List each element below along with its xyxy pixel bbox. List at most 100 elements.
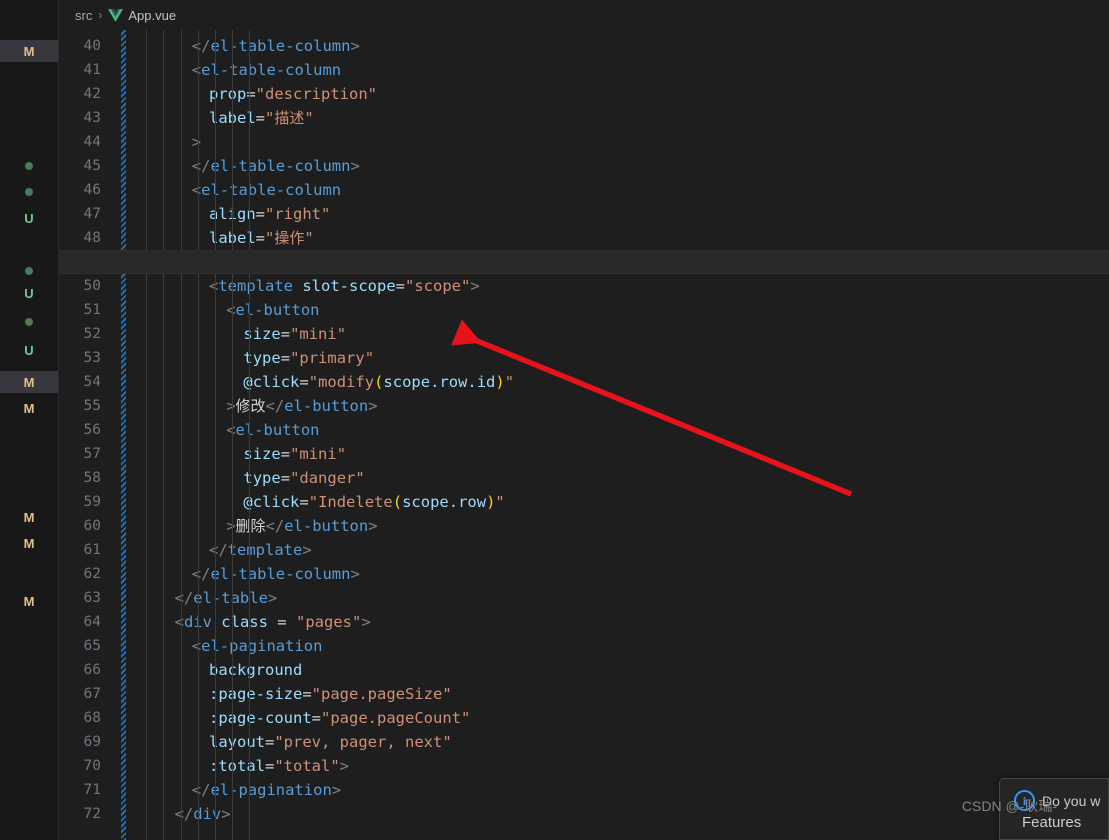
breadcrumb[interactable]: src › App.vue: [59, 0, 1109, 30]
explorer-status-modified[interactable]: M: [0, 397, 58, 419]
code-line-content: @click="Indelete(scope.row)": [111, 490, 504, 514]
code-line[interactable]: 62 </el-table-column>: [59, 562, 1109, 586]
line-number[interactable]: 61: [59, 538, 111, 562]
line-number[interactable]: 66: [59, 658, 111, 682]
explorer-change-dot[interactable]: [0, 311, 58, 333]
line-number[interactable]: 46: [59, 178, 111, 202]
line-number[interactable]: 56: [59, 418, 111, 442]
explorer-change-dot[interactable]: [0, 181, 58, 203]
code-line-content: prop="description": [111, 82, 377, 106]
code-line[interactable]: 52 size="mini": [59, 322, 1109, 346]
code-line[interactable]: 51 <el-button: [59, 298, 1109, 322]
code-line[interactable]: 45 </el-table-column>: [59, 154, 1109, 178]
code-line[interactable]: 60 >删除</el-button>: [59, 514, 1109, 538]
line-number[interactable]: 68: [59, 706, 111, 730]
line-number[interactable]: 59: [59, 490, 111, 514]
code-line-content: label="描述": [111, 106, 314, 130]
line-number[interactable]: 65: [59, 634, 111, 658]
line-number[interactable]: 63: [59, 586, 111, 610]
explorer-status-modified[interactable]: M: [0, 506, 58, 528]
code-line[interactable]: 64<div class = "pages">: [59, 610, 1109, 634]
code-line[interactable]: 48label="操作": [59, 226, 1109, 250]
breadcrumb-file[interactable]: App.vue: [128, 8, 176, 23]
line-number[interactable]: 53: [59, 346, 111, 370]
line-number[interactable]: 54: [59, 370, 111, 394]
code-line[interactable]: 65 <el-pagination: [59, 634, 1109, 658]
code-line[interactable]: 44 >: [59, 130, 1109, 154]
line-number[interactable]: 67: [59, 682, 111, 706]
code-line-content: </template>: [111, 538, 312, 562]
code-token: @click: [243, 373, 300, 391]
line-number[interactable]: 58: [59, 466, 111, 490]
code-line[interactable]: 70:total="total">: [59, 754, 1109, 778]
indent-guide: [215, 30, 216, 840]
explorer-git-status-strip[interactable]: MUUUMMMMM: [0, 0, 59, 840]
code-line[interactable]: 50 <template slot-scope="scope">: [59, 274, 1109, 298]
code-line[interactable]: 55 >修改</el-button>: [59, 394, 1109, 418]
code-line[interactable]: 54 @click="modify(scope.row.id)": [59, 370, 1109, 394]
line-number[interactable]: 45: [59, 154, 111, 178]
code-line[interactable]: 40 </el-table-column>: [59, 34, 1109, 58]
line-number[interactable]: 40: [59, 34, 111, 58]
code-token: "pages": [295, 613, 362, 631]
code-line[interactable]: 42 prop="description": [59, 82, 1109, 106]
code-token: "danger": [290, 469, 365, 487]
code-line[interactable]: 67:page-size="page.pageSize": [59, 682, 1109, 706]
code-line[interactable]: 41 <el-table-column: [59, 58, 1109, 82]
code-line[interactable]: 56 <el-button: [59, 418, 1109, 442]
code-line[interactable]: 61 </template>: [59, 538, 1109, 562]
line-number[interactable]: 55: [59, 394, 111, 418]
line-number[interactable]: 52: [59, 322, 111, 346]
code-line[interactable]: 47align="right": [59, 202, 1109, 226]
code-line[interactable]: 57 size="mini": [59, 442, 1109, 466]
code-line-content: <el-pagination: [111, 634, 323, 658]
code-editor-surface[interactable]: 40 </el-table-column> 41 <el-table-column 42…: [59, 30, 1109, 840]
line-number[interactable]: 44: [59, 130, 111, 154]
code-line[interactable]: 53 type="primary": [59, 346, 1109, 370]
breadcrumb-folder[interactable]: src: [75, 8, 92, 23]
explorer-status-modified[interactable]: M: [0, 40, 58, 62]
line-number[interactable]: 69: [59, 730, 111, 754]
code-line[interactable]: 69 layout="prev, pager, next": [59, 730, 1109, 754]
line-number[interactable]: 41: [59, 58, 111, 82]
change-dot-icon: [25, 162, 33, 170]
line-number[interactable]: 60: [59, 514, 111, 538]
git-status-badge: M: [23, 509, 35, 525]
line-number[interactable]: 64: [59, 610, 111, 634]
line-number[interactable]: 50: [59, 274, 111, 298]
code-line[interactable]: 59 @click="Indelete(scope.row)": [59, 490, 1109, 514]
explorer-status-untracked[interactable]: U: [0, 282, 58, 304]
line-number[interactable]: 72: [59, 802, 111, 826]
explorer-change-dot[interactable]: [0, 260, 58, 282]
code-line[interactable]: 68:page-count="page.pageCount": [59, 706, 1109, 730]
code-line[interactable]: 71 </el-pagination>: [59, 778, 1109, 802]
code-line[interactable]: 58 type="danger": [59, 466, 1109, 490]
line-number[interactable]: 71: [59, 778, 111, 802]
code-line-content: </el-table-column>: [111, 154, 360, 178]
git-status-badge: M: [23, 374, 35, 390]
line-number[interactable]: 70: [59, 754, 111, 778]
line-number[interactable]: 51: [59, 298, 111, 322]
line-number[interactable]: 57: [59, 442, 111, 466]
code-token: =: [265, 733, 275, 751]
code-line[interactable]: 63 </el-table>: [59, 586, 1109, 610]
line-number[interactable]: 62: [59, 562, 111, 586]
code-line[interactable]: 72 </div>: [59, 802, 1109, 826]
code-token: ": [265, 229, 275, 247]
explorer-status-untracked[interactable]: U: [0, 339, 58, 361]
line-number[interactable]: 43: [59, 106, 111, 130]
line-number[interactable]: 42: [59, 82, 111, 106]
code-token: "mini": [290, 325, 347, 343]
explorer-change-dot[interactable]: [0, 155, 58, 177]
code-line[interactable]: 46 <el-table-column: [59, 178, 1109, 202]
code-line[interactable]: 43label="描述": [59, 106, 1109, 130]
explorer-status-modified[interactable]: M: [0, 371, 58, 393]
line-number[interactable]: 48: [59, 226, 111, 250]
code-line[interactable]: 66 background: [59, 658, 1109, 682]
explorer-status-modified[interactable]: M: [0, 532, 58, 554]
line-number[interactable]: 47: [59, 202, 111, 226]
code-token: "right": [265, 205, 331, 223]
explorer-status-modified[interactable]: M: [0, 590, 58, 612]
code-line-content: >修改</el-button>: [111, 394, 377, 418]
explorer-status-untracked[interactable]: U: [0, 207, 58, 229]
